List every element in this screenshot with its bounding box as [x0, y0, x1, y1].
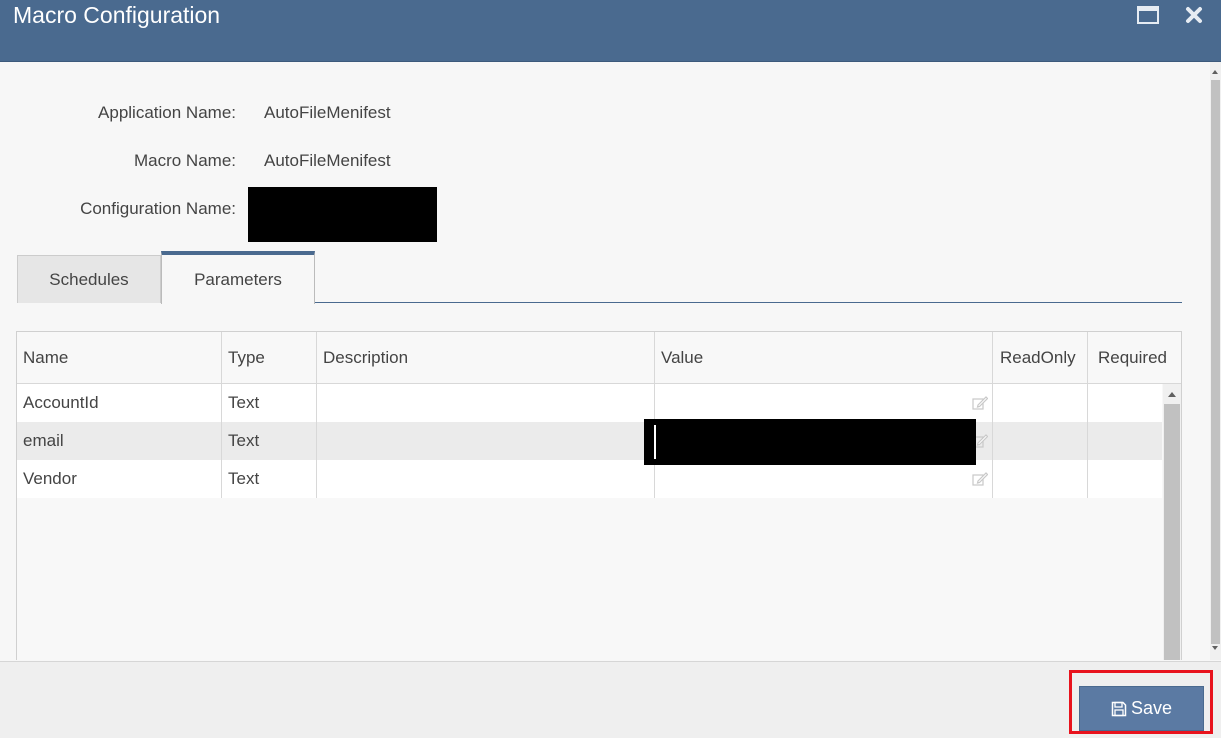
cell-required[interactable]: [1088, 422, 1162, 460]
cell-required[interactable]: [1088, 384, 1162, 422]
edit-icon[interactable]: [972, 396, 988, 410]
configuration-name-redacted: [248, 187, 437, 242]
column-header-type[interactable]: Type: [222, 332, 317, 383]
cell-name: AccountId: [17, 384, 222, 422]
cell-type: Text: [222, 460, 317, 498]
cell-type: Text: [222, 422, 317, 460]
macro-name-value: AutoFileMenifest: [264, 151, 391, 170]
grid-scroll-up-icon[interactable]: [1168, 392, 1176, 397]
save-button[interactable]: Save: [1079, 686, 1204, 731]
cell-readonly[interactable]: [993, 422, 1088, 460]
edit-icon[interactable]: [972, 472, 988, 486]
column-header-value[interactable]: Value: [655, 332, 993, 383]
cell-value[interactable]: [655, 460, 993, 498]
email-value-redacted: [644, 419, 976, 465]
cell-readonly[interactable]: [993, 384, 1088, 422]
table-row[interactable]: AccountId Text: [17, 384, 1162, 422]
application-name-value: AutoFileMenifest: [264, 103, 391, 122]
save-button-label: Save: [1130, 698, 1173, 718]
cell-description[interactable]: [317, 384, 655, 422]
parameters-grid: Name Type Description Value ReadOnly Req…: [16, 331, 1182, 660]
maximize-icon[interactable]: [1137, 6, 1159, 24]
scroll-down-icon[interactable]: [1212, 646, 1218, 650]
dialog-footer: [0, 661, 1221, 738]
table-row[interactable]: Vendor Text: [17, 460, 1162, 498]
application-name-label: Application Name:: [98, 103, 236, 122]
table-row[interactable]: email Text: [17, 422, 1162, 460]
cell-description[interactable]: [317, 422, 655, 460]
cell-value[interactable]: [655, 384, 993, 422]
scroll-up-icon[interactable]: [1212, 70, 1218, 74]
cell-readonly[interactable]: [993, 460, 1088, 498]
title-bar: Macro Configuration: [0, 0, 1221, 62]
column-header-required[interactable]: Required: [1088, 332, 1181, 383]
grid-scrollbar[interactable]: [1163, 384, 1181, 660]
cell-description[interactable]: [317, 460, 655, 498]
text-caret: [654, 425, 656, 459]
tab-underline: [315, 302, 1182, 303]
column-header-description[interactable]: Description: [317, 332, 655, 383]
scrollbar-thumb[interactable]: [1211, 80, 1220, 644]
cell-required[interactable]: [1088, 460, 1162, 498]
window-title: Macro Configuration: [13, 2, 221, 28]
column-header-readonly[interactable]: ReadOnly: [993, 332, 1088, 383]
tab-schedules[interactable]: Schedules: [17, 255, 161, 303]
close-icon[interactable]: [1184, 5, 1204, 25]
floppy-disk-icon: [1111, 701, 1127, 716]
grid-header: Name Type Description Value ReadOnly Req…: [17, 332, 1181, 384]
cell-name: email: [17, 422, 222, 460]
macro-name-label: Macro Name:: [133, 151, 236, 170]
cell-type: Text: [222, 384, 317, 422]
cell-name: Vendor: [17, 460, 222, 498]
dialog-scrollbar[interactable]: [1210, 62, 1221, 660]
tab-parameters[interactable]: Parameters: [161, 251, 315, 304]
column-header-name[interactable]: Name: [17, 332, 222, 383]
grid-scrollbar-thumb[interactable]: [1164, 404, 1180, 660]
configuration-name-label: Configuration Name:: [80, 199, 236, 218]
